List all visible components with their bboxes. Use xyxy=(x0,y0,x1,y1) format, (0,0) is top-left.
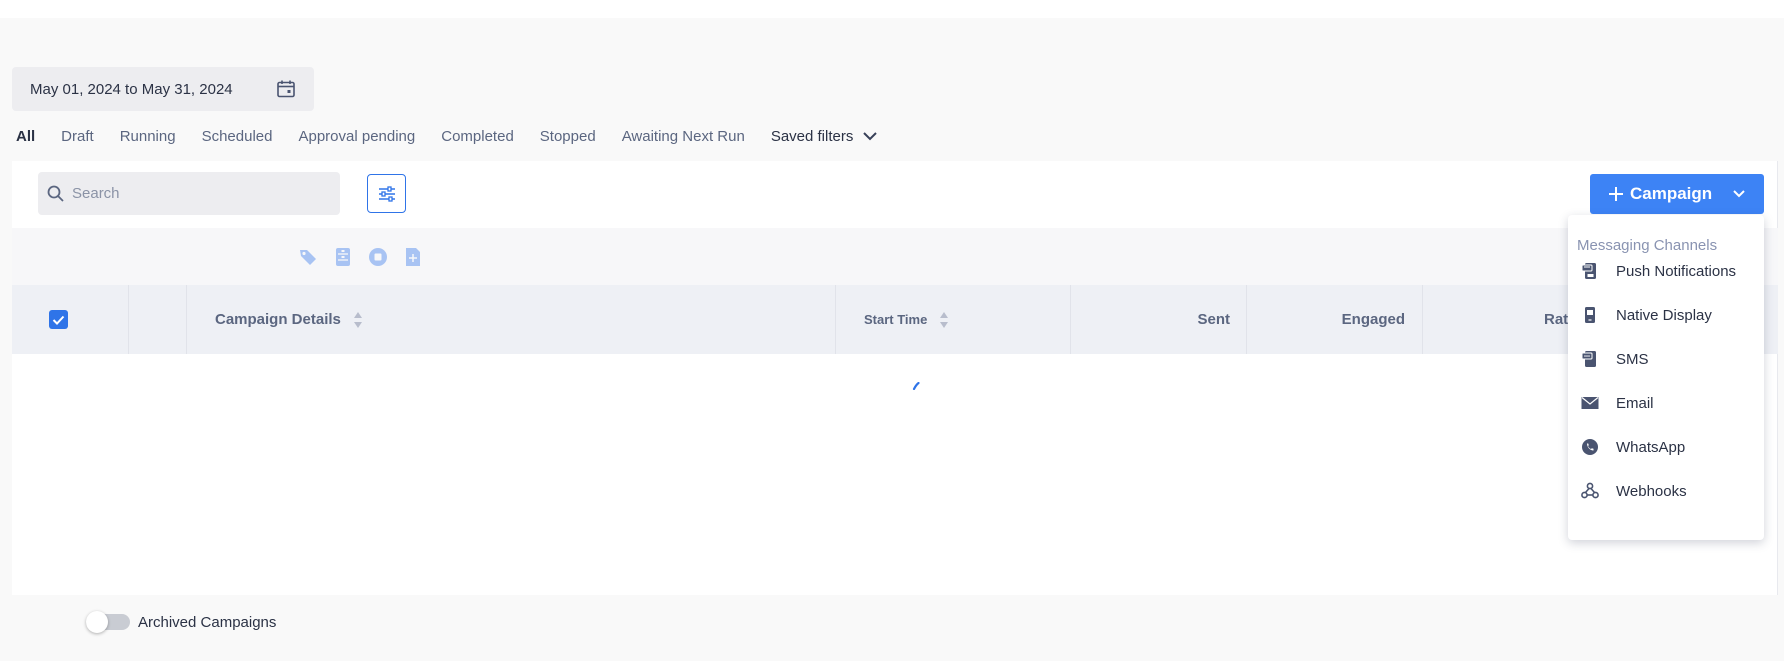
menu-item-push-notifications[interactable]: Push Notifications xyxy=(1568,253,1764,289)
column-engaged[interactable]: Engaged xyxy=(1312,285,1405,354)
date-range-label: May 01, 2024 to May 31, 2024 xyxy=(30,80,233,98)
menu-item-native-display[interactable]: Native Display xyxy=(1568,297,1764,333)
menu-item-webhooks[interactable]: Webhooks xyxy=(1568,473,1764,509)
tag-icon[interactable] xyxy=(298,247,318,267)
status-tabs: All Draft Running Scheduled Approval pen… xyxy=(16,125,878,147)
tab-completed[interactable]: Completed xyxy=(441,128,514,145)
tab-awaiting-next-run[interactable]: Awaiting Next Run xyxy=(622,128,745,145)
sort-icon xyxy=(353,311,362,328)
create-campaign-button[interactable]: Campaign xyxy=(1590,174,1764,214)
sort-icon xyxy=(940,311,949,328)
search-icon xyxy=(47,185,64,202)
column-divider xyxy=(1070,285,1071,354)
sms-icon xyxy=(1581,351,1596,367)
webhooks-icon xyxy=(1581,482,1599,499)
tab-approval-pending[interactable]: Approval pending xyxy=(298,128,415,145)
column-start-time[interactable]: Start Time xyxy=(864,285,949,354)
column-divider xyxy=(186,285,187,354)
column-sent-label: Sent xyxy=(1197,311,1230,328)
calendar-icon xyxy=(277,80,295,98)
checkmark-icon xyxy=(52,315,65,325)
archive-icon[interactable] xyxy=(333,247,353,267)
select-all-checkbox[interactable] xyxy=(49,310,68,329)
table-header: Campaign Details Start Time Sent Engaged… xyxy=(12,285,1778,354)
whatsapp-icon xyxy=(1582,439,1598,455)
create-campaign-label: Campaign xyxy=(1630,184,1713,203)
column-engaged-label: Engaged xyxy=(1341,311,1405,328)
sliders-icon xyxy=(378,185,395,202)
column-start-time-label: Start Time xyxy=(864,312,928,327)
menu-item-label: Email xyxy=(1616,394,1654,412)
tab-all[interactable]: All xyxy=(16,128,35,145)
date-range-picker[interactable]: May 01, 2024 to May 31, 2024 xyxy=(12,67,314,111)
tab-draft[interactable]: Draft xyxy=(61,128,94,145)
archived-campaigns-label: Archived Campaigns xyxy=(138,614,277,631)
filter-button[interactable] xyxy=(367,174,406,213)
tab-stopped[interactable]: Stopped xyxy=(540,128,596,145)
campaigns-panel: Campaign Details Start Time Sent Engaged… xyxy=(12,161,1778,595)
menu-item-email[interactable]: Email xyxy=(1568,385,1764,421)
column-sent[interactable]: Sent xyxy=(1170,285,1230,354)
saved-filters-label: Saved filters xyxy=(770,127,854,145)
column-campaign-details[interactable]: Campaign Details xyxy=(215,285,363,354)
chevron-down-icon[interactable] xyxy=(1732,188,1746,200)
column-divider xyxy=(1422,285,1423,354)
email-icon xyxy=(1581,397,1599,409)
loading-spinner xyxy=(912,382,920,390)
messaging-channels-menu: Messaging Channels Push Notifications Na… xyxy=(1568,215,1764,540)
menu-item-sms[interactable]: SMS xyxy=(1568,341,1764,377)
column-campaign-details-label: Campaign Details xyxy=(215,311,341,328)
menu-item-label: Webhooks xyxy=(1616,482,1687,500)
menu-item-label: SMS xyxy=(1616,350,1649,368)
menu-item-whatsapp[interactable]: WhatsApp xyxy=(1568,429,1764,465)
bulk-actions-toolbar xyxy=(12,228,1778,285)
chevron-down-icon xyxy=(863,131,878,140)
menu-heading: Messaging Channels xyxy=(1577,237,1718,254)
tab-running[interactable]: Running xyxy=(120,128,176,145)
column-divider xyxy=(835,285,836,354)
menu-item-label: Push Notifications xyxy=(1616,262,1737,280)
toggle-knob xyxy=(86,611,108,633)
saved-filters-dropdown[interactable]: Saved filters xyxy=(771,128,878,145)
search-input[interactable] xyxy=(72,185,322,202)
stop-icon[interactable] xyxy=(368,247,388,267)
search-box xyxy=(38,172,340,215)
plus-icon xyxy=(1609,187,1623,201)
duplicate-icon[interactable] xyxy=(403,247,423,267)
push-notification-icon xyxy=(1581,263,1596,279)
column-divider xyxy=(128,285,129,354)
tab-scheduled[interactable]: Scheduled xyxy=(202,128,273,145)
archived-campaigns-toggle[interactable] xyxy=(86,611,130,633)
menu-item-label: WhatsApp xyxy=(1616,438,1686,456)
column-divider xyxy=(1246,285,1247,354)
native-display-icon xyxy=(1585,307,1595,323)
menu-item-label: Native Display xyxy=(1616,306,1712,324)
